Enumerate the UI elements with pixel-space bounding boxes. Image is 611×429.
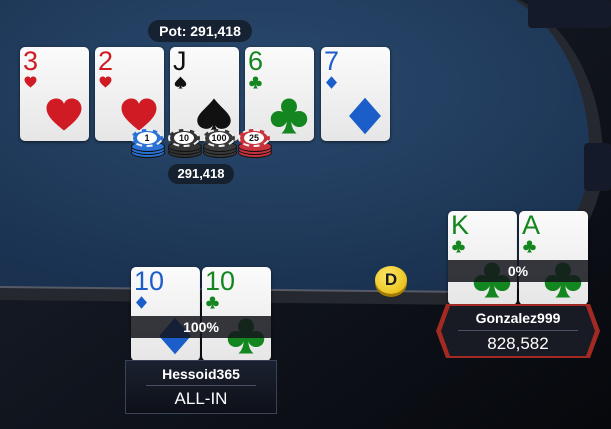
pot-label: Pot: 291,418 [148, 20, 252, 42]
chip-value: 25 [244, 132, 264, 144]
dealer-button: D [375, 266, 407, 294]
diamonds-suit-icon [326, 76, 337, 89]
diamonds-suit-icon [136, 296, 147, 309]
player-right-name: Gonzalez999 [475, 310, 561, 326]
seat-right [584, 143, 611, 191]
card-rank: 7 [324, 47, 340, 76]
seat-top-right [528, 0, 611, 28]
player-right-card-1: K [448, 211, 517, 305]
clubs-suit-icon [249, 76, 262, 89]
clubs-suit-icon [452, 240, 465, 253]
card-rank: A [522, 211, 541, 240]
player-right-card-2: A [519, 211, 588, 305]
spades-suit-icon [174, 76, 187, 89]
chip-value: 100 [209, 132, 229, 144]
divider [458, 330, 578, 331]
clubs-suit-icon [206, 296, 219, 309]
card-rank: K [451, 211, 470, 240]
divider [146, 385, 256, 386]
bet-amount: 291,418 [168, 164, 234, 184]
player-left-card-1: 10 [131, 267, 200, 361]
card-rank: 3 [23, 47, 39, 76]
chip-stack-10: 10 [167, 127, 202, 163]
clubs-suit-icon [523, 240, 536, 253]
player-right-equity: 0% [448, 260, 588, 282]
hearts-suit-icon [46, 98, 82, 131]
diamonds-suit-icon [349, 97, 381, 135]
player-left-status: ALL-IN [174, 389, 228, 408]
player-left-card-2: 10 [202, 267, 271, 361]
card-rank: 10 [134, 267, 165, 296]
card-rank: 2 [98, 47, 114, 76]
player-left-equity: 100% [131, 316, 271, 338]
clubs-suit-icon [270, 98, 308, 134]
hearts-suit-icon [24, 76, 37, 88]
card-rank: 6 [248, 47, 264, 76]
hearts-suit-icon [99, 76, 112, 88]
chip-value: 10 [174, 132, 194, 144]
player-left-panel[interactable]: Hessoid365 ALL-IN [125, 360, 277, 414]
board-card-1: 3 [20, 47, 89, 141]
chip-value: 1 [137, 132, 157, 144]
player-right-panel[interactable]: Gonzalez999 828,582 [436, 304, 600, 358]
card-rank: 10 [205, 267, 236, 296]
card-rank: J [173, 47, 187, 76]
chip-stack-100: 100 [202, 127, 237, 163]
player-right-stack: 828,582 [487, 334, 549, 353]
chip-stack-1: 1 [130, 127, 165, 163]
player-left-name: Hessoid365 [162, 366, 240, 382]
chip-stack-25: 25 [237, 127, 272, 163]
board-card-5: 7 [321, 47, 390, 141]
